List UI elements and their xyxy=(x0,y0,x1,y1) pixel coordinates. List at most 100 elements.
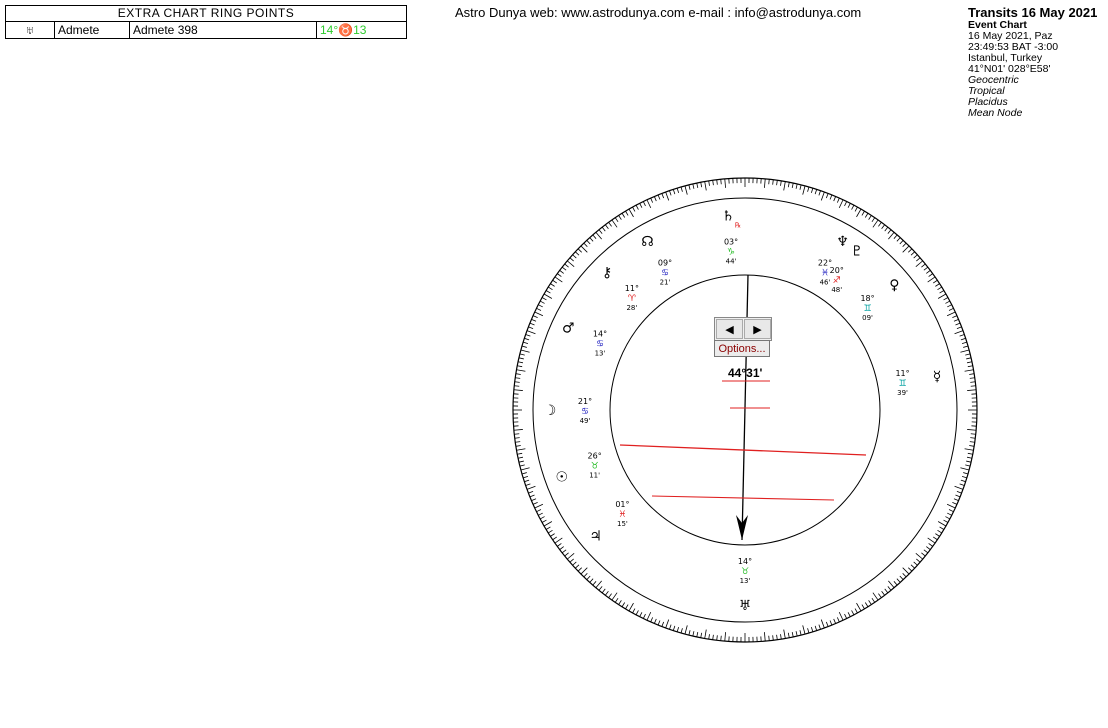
degree-tick xyxy=(921,552,926,557)
aspect-value: 44°31' xyxy=(728,366,763,380)
degree-tick xyxy=(524,337,530,341)
degree-tick xyxy=(580,245,588,253)
degree-tick xyxy=(720,635,722,641)
degree-tick xyxy=(954,330,964,335)
degree-tick xyxy=(557,273,562,277)
degree-tick xyxy=(966,456,973,459)
degree-tick xyxy=(923,266,929,271)
degree-tick xyxy=(545,290,551,294)
degree-tick xyxy=(531,318,537,322)
degree-tick xyxy=(825,193,829,199)
degree-tick xyxy=(864,602,869,607)
degree-tick xyxy=(514,385,520,387)
degree-tick xyxy=(517,361,524,364)
degree-tick xyxy=(955,494,961,498)
degree-tick xyxy=(564,263,569,268)
degree-tick xyxy=(833,618,837,624)
degree-tick xyxy=(569,558,574,563)
degree-tick xyxy=(820,191,825,201)
planet-minutes: 13' xyxy=(740,577,751,585)
degree-tick xyxy=(945,516,951,520)
degree-tick xyxy=(516,369,526,372)
degree-tick xyxy=(795,183,798,189)
degree-tick xyxy=(947,304,952,308)
degree-tick xyxy=(536,307,542,311)
degree-tick xyxy=(684,625,688,635)
degree-tick xyxy=(608,222,612,227)
degree-tick xyxy=(946,503,956,509)
planet-minutes: 28' xyxy=(626,304,637,312)
degree-tick xyxy=(595,580,602,588)
degree-tick xyxy=(967,389,977,391)
degree-tick xyxy=(541,519,547,523)
degree-tick xyxy=(589,578,594,583)
degree-tick xyxy=(913,254,918,259)
degree-tick xyxy=(776,634,778,640)
planet-sign-icon: ♋ xyxy=(581,407,589,417)
degree-tick xyxy=(514,381,520,383)
degree-tick xyxy=(625,604,629,610)
degree-tick xyxy=(956,326,962,330)
retrograde-icon: ℞ xyxy=(735,222,741,230)
prev-button[interactable]: ◀ xyxy=(716,319,743,339)
degree-tick xyxy=(632,608,636,614)
degree-tick xyxy=(818,624,821,630)
degree-tick xyxy=(700,632,703,638)
degree-tick xyxy=(791,631,794,638)
planet-sign-icon: ♊ xyxy=(864,304,872,314)
degree-tick xyxy=(902,567,910,575)
degree-tick xyxy=(910,564,915,569)
options-button[interactable]: Options... xyxy=(714,340,770,357)
degree-tick xyxy=(583,242,588,247)
degree-tick xyxy=(943,297,949,301)
degree-tick xyxy=(926,270,931,274)
degree-tick xyxy=(960,467,970,471)
degree-tick xyxy=(945,300,951,304)
degree-tick xyxy=(518,460,524,463)
degree-tick xyxy=(632,206,636,212)
degree-tick xyxy=(928,543,933,547)
degree-tick xyxy=(628,208,634,218)
chart-wheel[interactable]: ♄03°♑44'℞☊09°♋21'⚷11°♈28'♆22°♓46'♇20°♐48… xyxy=(0,0,1108,728)
degree-tick xyxy=(856,602,862,612)
planet-glyph-icon: ♂ xyxy=(562,321,575,337)
planet-sign-icon: ♈ xyxy=(628,294,637,304)
next-button[interactable]: ▶ xyxy=(744,319,771,339)
degree-tick xyxy=(851,204,855,210)
planet-glyph-icon: ☉ xyxy=(555,470,568,486)
degree-tick xyxy=(712,634,714,640)
planet-minutes: 15' xyxy=(617,520,628,528)
degree-tick xyxy=(559,546,564,550)
degree-tick xyxy=(964,448,974,451)
degree-tick xyxy=(902,245,910,253)
degree-tick xyxy=(688,630,691,636)
degree-tick xyxy=(611,592,618,601)
degree-tick xyxy=(518,357,524,360)
degree-tick xyxy=(724,632,726,642)
degree-tick xyxy=(896,237,901,242)
degree-tick xyxy=(592,581,597,586)
degree-tick xyxy=(932,279,938,284)
degree-tick xyxy=(802,185,806,195)
degree-tick xyxy=(772,179,774,185)
degree-tick xyxy=(684,185,688,195)
degree-tick xyxy=(783,181,786,191)
degree-tick xyxy=(939,526,945,530)
degree-tick xyxy=(618,600,622,605)
degree-tick xyxy=(516,448,526,451)
prev-icon: ◀ xyxy=(725,323,734,336)
degree-tick xyxy=(923,549,929,554)
degree-tick xyxy=(541,297,547,301)
degree-tick xyxy=(517,456,524,459)
degree-tick xyxy=(967,452,973,455)
degree-tick xyxy=(970,437,976,439)
degree-tick xyxy=(646,611,652,621)
degree-tick xyxy=(580,567,588,575)
degree-tick xyxy=(720,179,722,185)
degree-tick xyxy=(592,234,597,239)
degree-tick xyxy=(519,353,525,356)
degree-tick xyxy=(768,179,770,185)
degree-tick xyxy=(614,217,619,223)
degree-tick xyxy=(665,191,670,201)
degree-tick xyxy=(611,219,618,228)
